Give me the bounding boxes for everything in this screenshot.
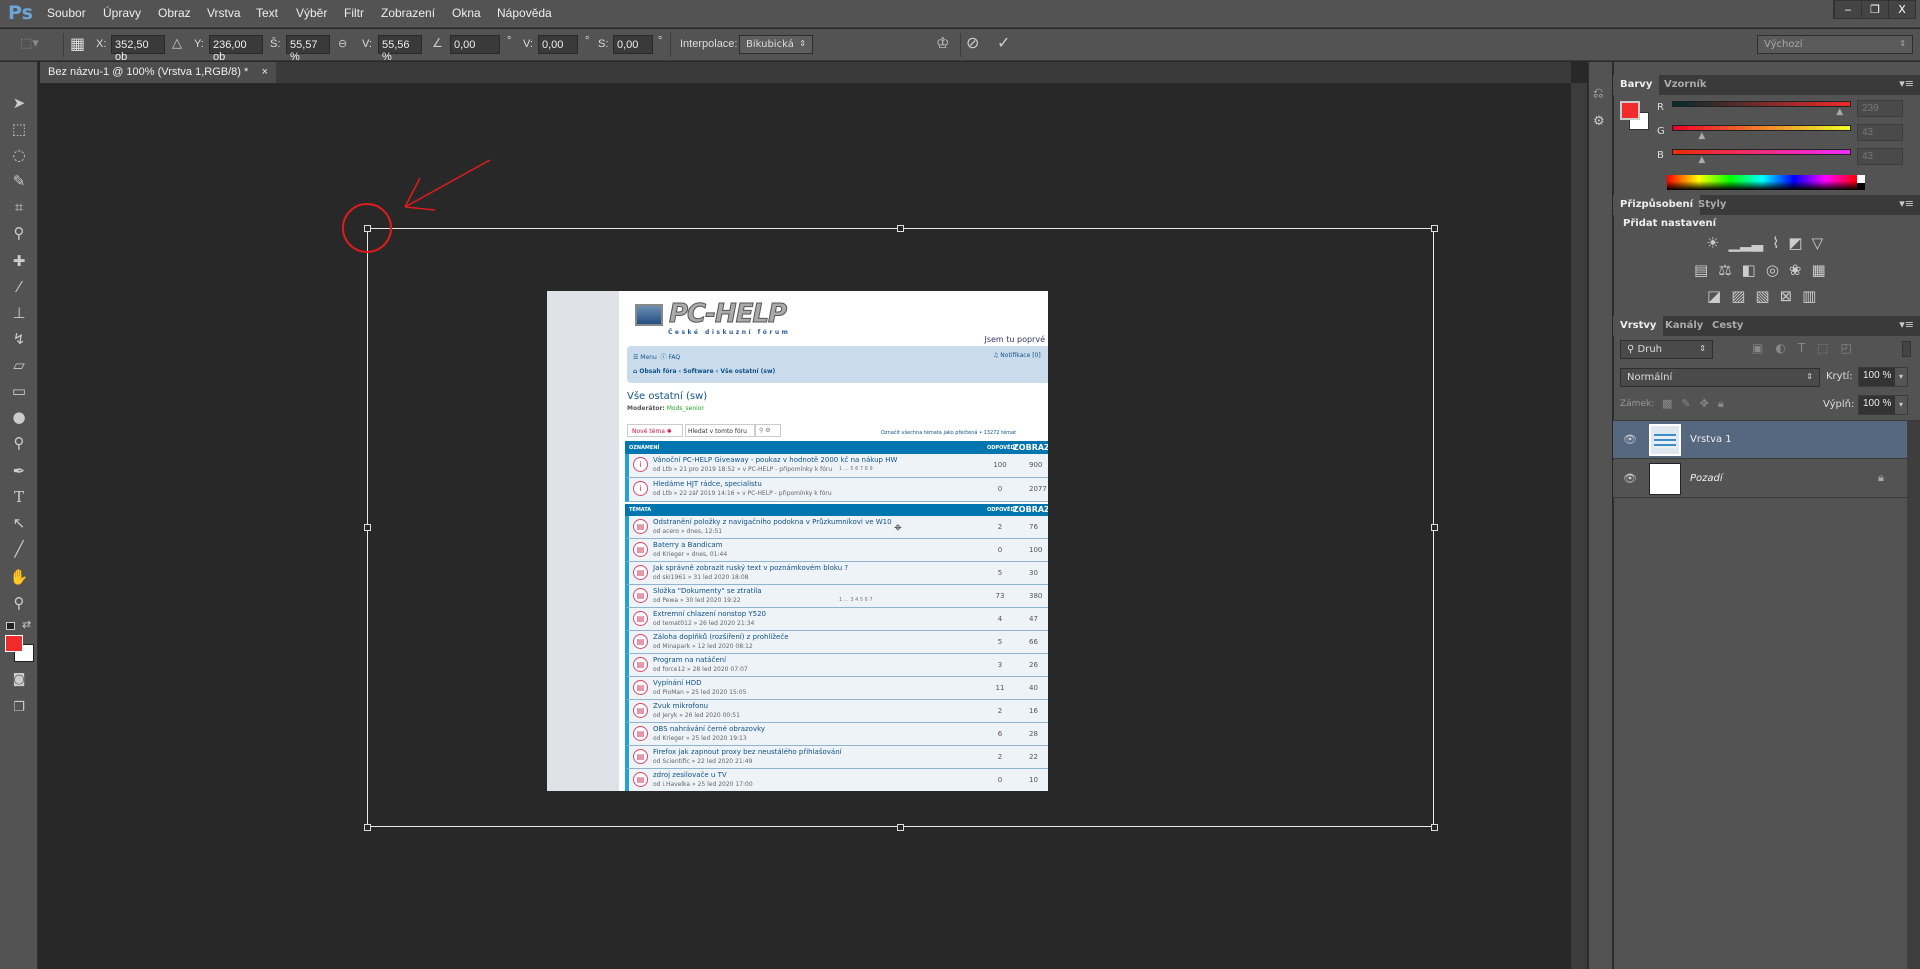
adjustments-row-3: ◪ ▨ ▧ ⊠ ▥ <box>1707 287 1816 305</box>
adjustments-title: Přidat nastavení <box>1623 218 1717 229</box>
layers-scrollbar[interactable] <box>1907 421 1920 969</box>
r-slider-thumb[interactable]: ▲ <box>1836 107 1843 117</box>
blend-mode-select[interactable]: Normální ⇕ <box>1620 368 1820 387</box>
invert-icon[interactable]: ◪ <box>1707 287 1721 305</box>
shape-filter-icon[interactable]: ⬚ <box>1817 341 1828 355</box>
red-circle-annotation <box>342 203 392 253</box>
b-label: B <box>1657 150 1664 161</box>
lock-position-icon[interactable]: ✥ <box>1700 397 1709 411</box>
fill-label: Výplň: <box>1823 399 1855 410</box>
photo-filter-icon[interactable]: ◎ <box>1766 261 1779 279</box>
brightness-icon[interactable]: ☀ <box>1706 234 1719 252</box>
r-label: R <box>1657 102 1664 113</box>
exposure-icon[interactable]: ◩ <box>1788 234 1802 252</box>
visibility-eye-icon[interactable]: 👁︎ <box>1623 433 1637 446</box>
lock-transparency-icon[interactable]: ▩ <box>1662 397 1672 411</box>
black-white-icon[interactable]: ◧ <box>1742 261 1756 279</box>
vibrance-icon[interactable]: ▽ <box>1812 234 1824 252</box>
adjustment-filter-icon[interactable]: ◐ <box>1775 341 1785 355</box>
spectrum-white[interactable] <box>1857 175 1865 183</box>
spectrum-black[interactable] <box>1857 183 1865 190</box>
adjustments-row-1: ☀ ▁▂▃ ⌇ ◩ ▽ <box>1706 234 1823 252</box>
channel-mixer-icon[interactable]: ❀ <box>1789 261 1802 279</box>
filter-toggle[interactable] <box>1902 341 1911 357</box>
color-spectrum[interactable] <box>1667 175 1857 190</box>
b-value[interactable]: 43 <box>1857 148 1903 165</box>
smart-object-filter-icon[interactable]: ◰ <box>1841 341 1852 355</box>
selective-color-icon[interactable]: ⊠ <box>1780 287 1793 305</box>
color-lookup-icon[interactable]: ▦ <box>1812 261 1826 279</box>
opacity-label: Krytí: <box>1826 371 1853 382</box>
layer-thumbnail <box>1649 424 1681 456</box>
red-arrow-annotation <box>404 159 491 211</box>
type-filter-icon[interactable]: T <box>1798 341 1805 355</box>
lock-pixels-icon[interactable]: ✎ <box>1681 397 1690 411</box>
fg-color-swatch[interactable] <box>1620 101 1640 120</box>
visibility-eye-icon[interactable]: 👁︎ <box>1623 472 1637 485</box>
tab-prizpusobeni[interactable]: Přizpůsobení <box>1613 195 1701 215</box>
b-slider-thumb[interactable]: ▲ <box>1698 155 1705 165</box>
lock-icons: ▩ ✎ ✥ 🔒︎ <box>1662 397 1724 411</box>
panel-menu-icon[interactable]: ▾≡ <box>1899 197 1914 210</box>
fill-dropdown-icon[interactable]: ▾ <box>1895 396 1907 414</box>
collapsed-panels-strip: ⎌ ⚙ <box>1588 62 1612 969</box>
tab-styly[interactable]: Styly <box>1691 195 1733 215</box>
lock-label: Zámek: <box>1620 399 1655 409</box>
layer-row-vrstva-1[interactable]: 👁︎ Vrstva 1 <box>1613 421 1907 459</box>
blend-mode-value: Normální <box>1627 372 1673 383</box>
layer-filter-icons: ▣ ◐ T ⬚ ◰ <box>1752 341 1852 355</box>
panel-menu-icon[interactable]: ▾≡ <box>1899 318 1914 331</box>
layer-name[interactable]: Vrstva 1 <box>1690 434 1732 445</box>
tab-cesty[interactable]: Cesty <box>1705 316 1750 336</box>
layer-name[interactable]: Pozadí <box>1690 473 1723 484</box>
g-label: G <box>1657 126 1665 137</box>
posterize-icon[interactable]: ▨ <box>1731 287 1745 305</box>
g-value[interactable]: 43 <box>1857 124 1903 141</box>
layer-filter-select[interactable]: ⚲ Druh ⇕ <box>1620 340 1713 359</box>
history-panel-icon[interactable]: ⎌ <box>1593 86 1603 101</box>
properties-panel-icon[interactable]: ⚙ <box>1593 114 1605 129</box>
panel-menu-icon[interactable]: ▾≡ <box>1899 77 1914 90</box>
colors-panel-tabs: Barvy Vzorník ▾≡ <box>1613 75 1920 95</box>
r-slider[interactable] <box>1672 101 1851 107</box>
layer-thumbnail <box>1649 463 1681 495</box>
layer-filter-value: Druh <box>1637 344 1663 355</box>
tab-kanaly[interactable]: Kanály <box>1658 316 1710 336</box>
opacity-dropdown-icon[interactable]: ▾ <box>1895 368 1907 386</box>
curves-icon[interactable]: ⌇ <box>1772 234 1779 252</box>
layer-row-pozadi[interactable]: 👁︎ Pozadí 🔒︎ <box>1613 460 1907 498</box>
layer-lock-icon: 🔒︎ <box>1878 471 1884 484</box>
hue-saturation-icon[interactable]: ▤ <box>1694 261 1708 279</box>
g-slider-thumb[interactable]: ▲ <box>1698 131 1705 141</box>
lock-all-icon[interactable]: 🔒︎ <box>1718 397 1724 411</box>
gradient-map-icon[interactable]: ▥ <box>1802 287 1816 305</box>
levels-icon[interactable]: ▁▂▃ <box>1728 234 1763 252</box>
layers-panel-tabs: Vrstvy Kanály Cesty ▾≡ <box>1613 316 1920 336</box>
pixel-filter-icon[interactable]: ▣ <box>1752 341 1763 355</box>
tab-vrstvy[interactable]: Vrstvy <box>1613 316 1664 336</box>
threshold-icon[interactable]: ▧ <box>1755 287 1769 305</box>
r-value[interactable]: 239 <box>1857 100 1903 117</box>
tab-barvy[interactable]: Barvy <box>1613 75 1660 95</box>
color-balance-icon[interactable]: ⚖ <box>1718 261 1731 279</box>
tab-vzornik[interactable]: Vzorník <box>1657 75 1714 95</box>
adjustments-row-2: ▤ ⚖ ◧ ◎ ❀ ▦ <box>1694 261 1826 279</box>
adjustments-panel-tabs: Přizpůsobení Styly ▾≡ <box>1613 195 1920 215</box>
